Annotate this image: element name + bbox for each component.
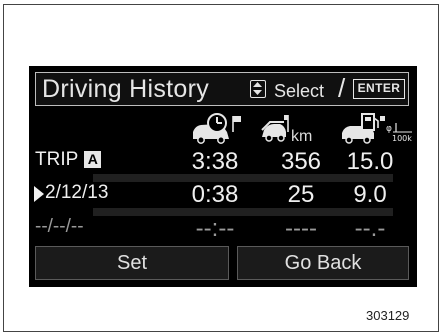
empty-row-distance: ---- (285, 215, 317, 242)
trip-a-distance: 356 (280, 148, 322, 175)
history-row-date[interactable]: 2/12/13 (45, 182, 108, 204)
car-fuel-economy-icon: φ 100km (342, 113, 412, 144)
up-down-arrows-icon[interactable] (250, 80, 266, 98)
hint-separator: / (338, 73, 346, 103)
empty-row-fuel-economy: --.- (354, 215, 386, 242)
trip-a-label: TRIP A (35, 149, 102, 171)
enter-key-hint[interactable]: ENTER (353, 79, 405, 99)
empty-row-time: --:-- (195, 215, 235, 242)
select-hint: Select (274, 81, 325, 101)
trip-a-time: 3:38 (191, 148, 239, 175)
svg-text:φ: φ (386, 124, 392, 134)
car-distance-icon (261, 115, 289, 142)
header-bar: Driving History Select / ENTER (35, 72, 409, 106)
car-clock-icon (193, 113, 241, 144)
set-button[interactable]: Set (35, 246, 229, 280)
svg-text:100km: 100km (392, 134, 412, 143)
trip-a-badge: A (84, 151, 102, 168)
figure-code: 303129 (366, 308, 410, 323)
distance-unit: km (291, 128, 313, 145)
empty-row-date: --/--/-- (35, 216, 84, 237)
trip-label-text: TRIP (35, 149, 79, 170)
history-row-distance: 25 (287, 181, 315, 208)
history-row-time: 0:38 (191, 181, 239, 208)
history-row-fuel-economy: 9.0 (353, 181, 387, 208)
go-back-button[interactable]: Go Back (237, 246, 409, 280)
row-separator (93, 208, 393, 216)
display-screen: Driving History Select / ENTER km φ 100k… (29, 66, 417, 287)
row-separator (93, 174, 393, 182)
trip-a-fuel-economy: 15.0 (346, 148, 394, 175)
page-title: Driving History (42, 75, 210, 103)
selection-pointer-icon (34, 186, 44, 202)
